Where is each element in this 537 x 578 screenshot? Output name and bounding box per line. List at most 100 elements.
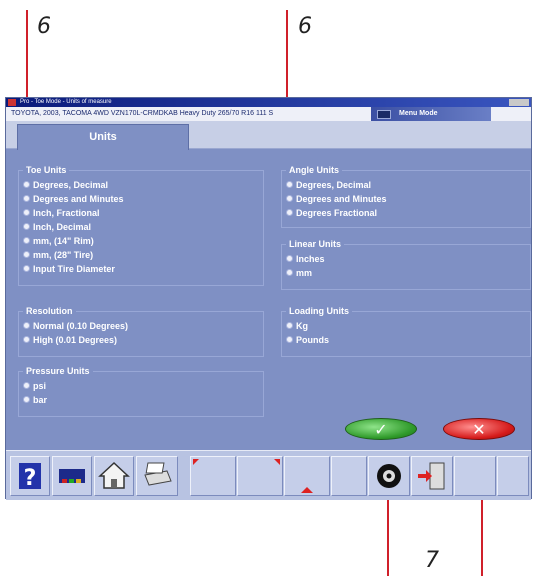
help-icon: ? bbox=[19, 463, 41, 491]
option-label: bar bbox=[33, 395, 48, 405]
loading-units-title: Loading Units bbox=[286, 305, 352, 317]
toe-option-degrees-decimal[interactable]: Degrees, Decimal bbox=[19, 178, 124, 192]
callout-number-6-left: 6 bbox=[37, 14, 51, 39]
close-icon: ✕ bbox=[472, 420, 486, 439]
home-icon bbox=[98, 461, 130, 489]
angle-option-degrees-fractional[interactable]: Degrees Fractional bbox=[282, 206, 387, 220]
softkey-marker-icon bbox=[193, 459, 199, 465]
callout-number-6-right: 6 bbox=[298, 14, 312, 39]
radio-button[interactable] bbox=[286, 269, 293, 276]
exit-door-icon bbox=[418, 462, 445, 490]
radio-button[interactable] bbox=[286, 209, 293, 216]
radio-button[interactable] bbox=[23, 181, 30, 188]
resolution-option-high[interactable]: High (0.01 Degrees) bbox=[19, 333, 128, 347]
vehicle-specs-button[interactable] bbox=[52, 456, 92, 496]
option-label: Inch, Decimal bbox=[33, 222, 92, 232]
radio-button[interactable] bbox=[23, 336, 30, 343]
softkey-1[interactable] bbox=[190, 456, 236, 496]
option-label: Pounds bbox=[296, 335, 329, 345]
pressure-option-bar[interactable]: bar bbox=[19, 393, 47, 407]
callout-number-7: 7 bbox=[425, 548, 439, 573]
softkey-blank[interactable] bbox=[331, 456, 367, 496]
radio-button[interactable] bbox=[286, 181, 293, 188]
home-button[interactable] bbox=[94, 456, 134, 496]
radio-button[interactable] bbox=[23, 322, 30, 329]
toe-option-mm-28-tire[interactable]: mm, (28" Tire) bbox=[19, 248, 124, 262]
option-label: mm bbox=[296, 268, 313, 278]
toe-option-inch-fractional[interactable]: Inch, Fractional bbox=[19, 206, 124, 220]
radio-button[interactable] bbox=[23, 195, 30, 202]
option-label: Inch, Fractional bbox=[33, 208, 100, 218]
option-label: psi bbox=[33, 381, 47, 391]
toe-option-degrees-minutes[interactable]: Degrees and Minutes bbox=[19, 192, 124, 206]
checkmark-icon: ✓ bbox=[374, 420, 388, 439]
option-label: Input Tire Diameter bbox=[33, 264, 115, 274]
help-button[interactable]: ? bbox=[10, 456, 50, 496]
tab-units[interactable]: Units bbox=[17, 124, 189, 150]
bottom-toolbar: ? bbox=[6, 450, 531, 500]
cancel-button[interactable]: ✕ bbox=[443, 418, 515, 440]
toe-units-group: Toe Units Degrees, Decimal Degrees and M… bbox=[18, 164, 264, 286]
exit-button[interactable] bbox=[411, 456, 453, 496]
menu-mode-button[interactable]: Menu Mode bbox=[371, 107, 491, 121]
radio-button[interactable] bbox=[23, 251, 30, 258]
tab-strip: Units bbox=[6, 121, 531, 150]
vehicle-info-text: TOYOTA, 2003, TACOMA 4WD VZN170L-CRMDKAB… bbox=[11, 110, 274, 117]
option-label: Degrees Fractional bbox=[296, 208, 378, 218]
ok-button[interactable]: ✓ bbox=[345, 418, 417, 440]
print-button[interactable] bbox=[136, 456, 178, 496]
softkey-4[interactable] bbox=[454, 456, 496, 496]
loading-option-pounds[interactable]: Pounds bbox=[282, 333, 329, 347]
loading-units-group: Loading Units Kg Pounds bbox=[281, 305, 531, 357]
angle-units-group: Angle Units Degrees, Decimal Degrees and… bbox=[281, 164, 531, 228]
resolution-group: Resolution Normal (0.10 Degrees) High (0… bbox=[18, 305, 264, 357]
menu-mode-icon bbox=[377, 110, 391, 119]
radio-button[interactable] bbox=[23, 396, 30, 403]
toe-option-mm-14-rim[interactable]: mm, (14" Rim) bbox=[19, 234, 124, 248]
option-label: Kg bbox=[296, 321, 308, 331]
toe-option-inch-decimal[interactable]: Inch, Decimal bbox=[19, 220, 124, 234]
linear-units-title: Linear Units bbox=[286, 238, 345, 250]
radio-button[interactable] bbox=[23, 265, 30, 272]
softkey-marker-icon bbox=[301, 487, 313, 493]
option-label: Inches bbox=[296, 254, 325, 264]
angle-units-title: Angle Units bbox=[286, 164, 343, 176]
option-label: Degrees, Decimal bbox=[296, 180, 372, 190]
angle-option-degrees-decimal[interactable]: Degrees, Decimal bbox=[282, 178, 387, 192]
svg-text:?: ? bbox=[24, 466, 37, 491]
radio-button[interactable] bbox=[286, 195, 293, 202]
units-window: Pro - Toe Mode - Units of measure TOYOTA… bbox=[5, 97, 532, 500]
resolution-title: Resolution bbox=[23, 305, 76, 317]
radio-button[interactable] bbox=[23, 223, 30, 230]
option-label: Degrees and Minutes bbox=[33, 194, 124, 204]
tab-units-label: Units bbox=[89, 131, 117, 143]
option-label: mm, (14" Rim) bbox=[33, 236, 94, 246]
radio-button[interactable] bbox=[23, 382, 30, 389]
resolution-option-normal[interactable]: Normal (0.10 Degrees) bbox=[19, 319, 128, 333]
radio-button[interactable] bbox=[286, 336, 293, 343]
app-icon bbox=[8, 99, 16, 106]
pressure-units-group: Pressure Units psi bar bbox=[18, 365, 264, 417]
softkey-5[interactable] bbox=[497, 456, 529, 496]
radio-button[interactable] bbox=[23, 237, 30, 244]
option-label: Degrees and Minutes bbox=[296, 194, 387, 204]
pressure-option-psi[interactable]: psi bbox=[19, 379, 47, 393]
radio-button[interactable] bbox=[286, 255, 293, 262]
softkey-3[interactable] bbox=[284, 456, 330, 496]
angle-option-degrees-minutes[interactable]: Degrees and Minutes bbox=[282, 192, 387, 206]
softkey-marker-icon bbox=[274, 459, 280, 465]
radio-button[interactable] bbox=[286, 322, 293, 329]
linear-option-mm[interactable]: mm bbox=[282, 266, 325, 280]
wheel-button[interactable] bbox=[368, 456, 410, 496]
option-label: mm, (28" Tire) bbox=[33, 250, 94, 260]
radio-button[interactable] bbox=[23, 209, 30, 216]
option-label: High (0.01 Degrees) bbox=[33, 335, 118, 345]
pressure-units-title: Pressure Units bbox=[23, 365, 93, 377]
loading-option-kg[interactable]: Kg bbox=[282, 319, 329, 333]
toe-option-input-tire-diameter[interactable]: Input Tire Diameter bbox=[19, 262, 124, 276]
window-close-button[interactable] bbox=[509, 99, 529, 106]
softkey-2[interactable] bbox=[237, 456, 283, 496]
toe-units-title: Toe Units bbox=[23, 164, 70, 176]
linear-option-inches[interactable]: Inches bbox=[282, 252, 325, 266]
option-label: Degrees, Decimal bbox=[33, 180, 109, 190]
